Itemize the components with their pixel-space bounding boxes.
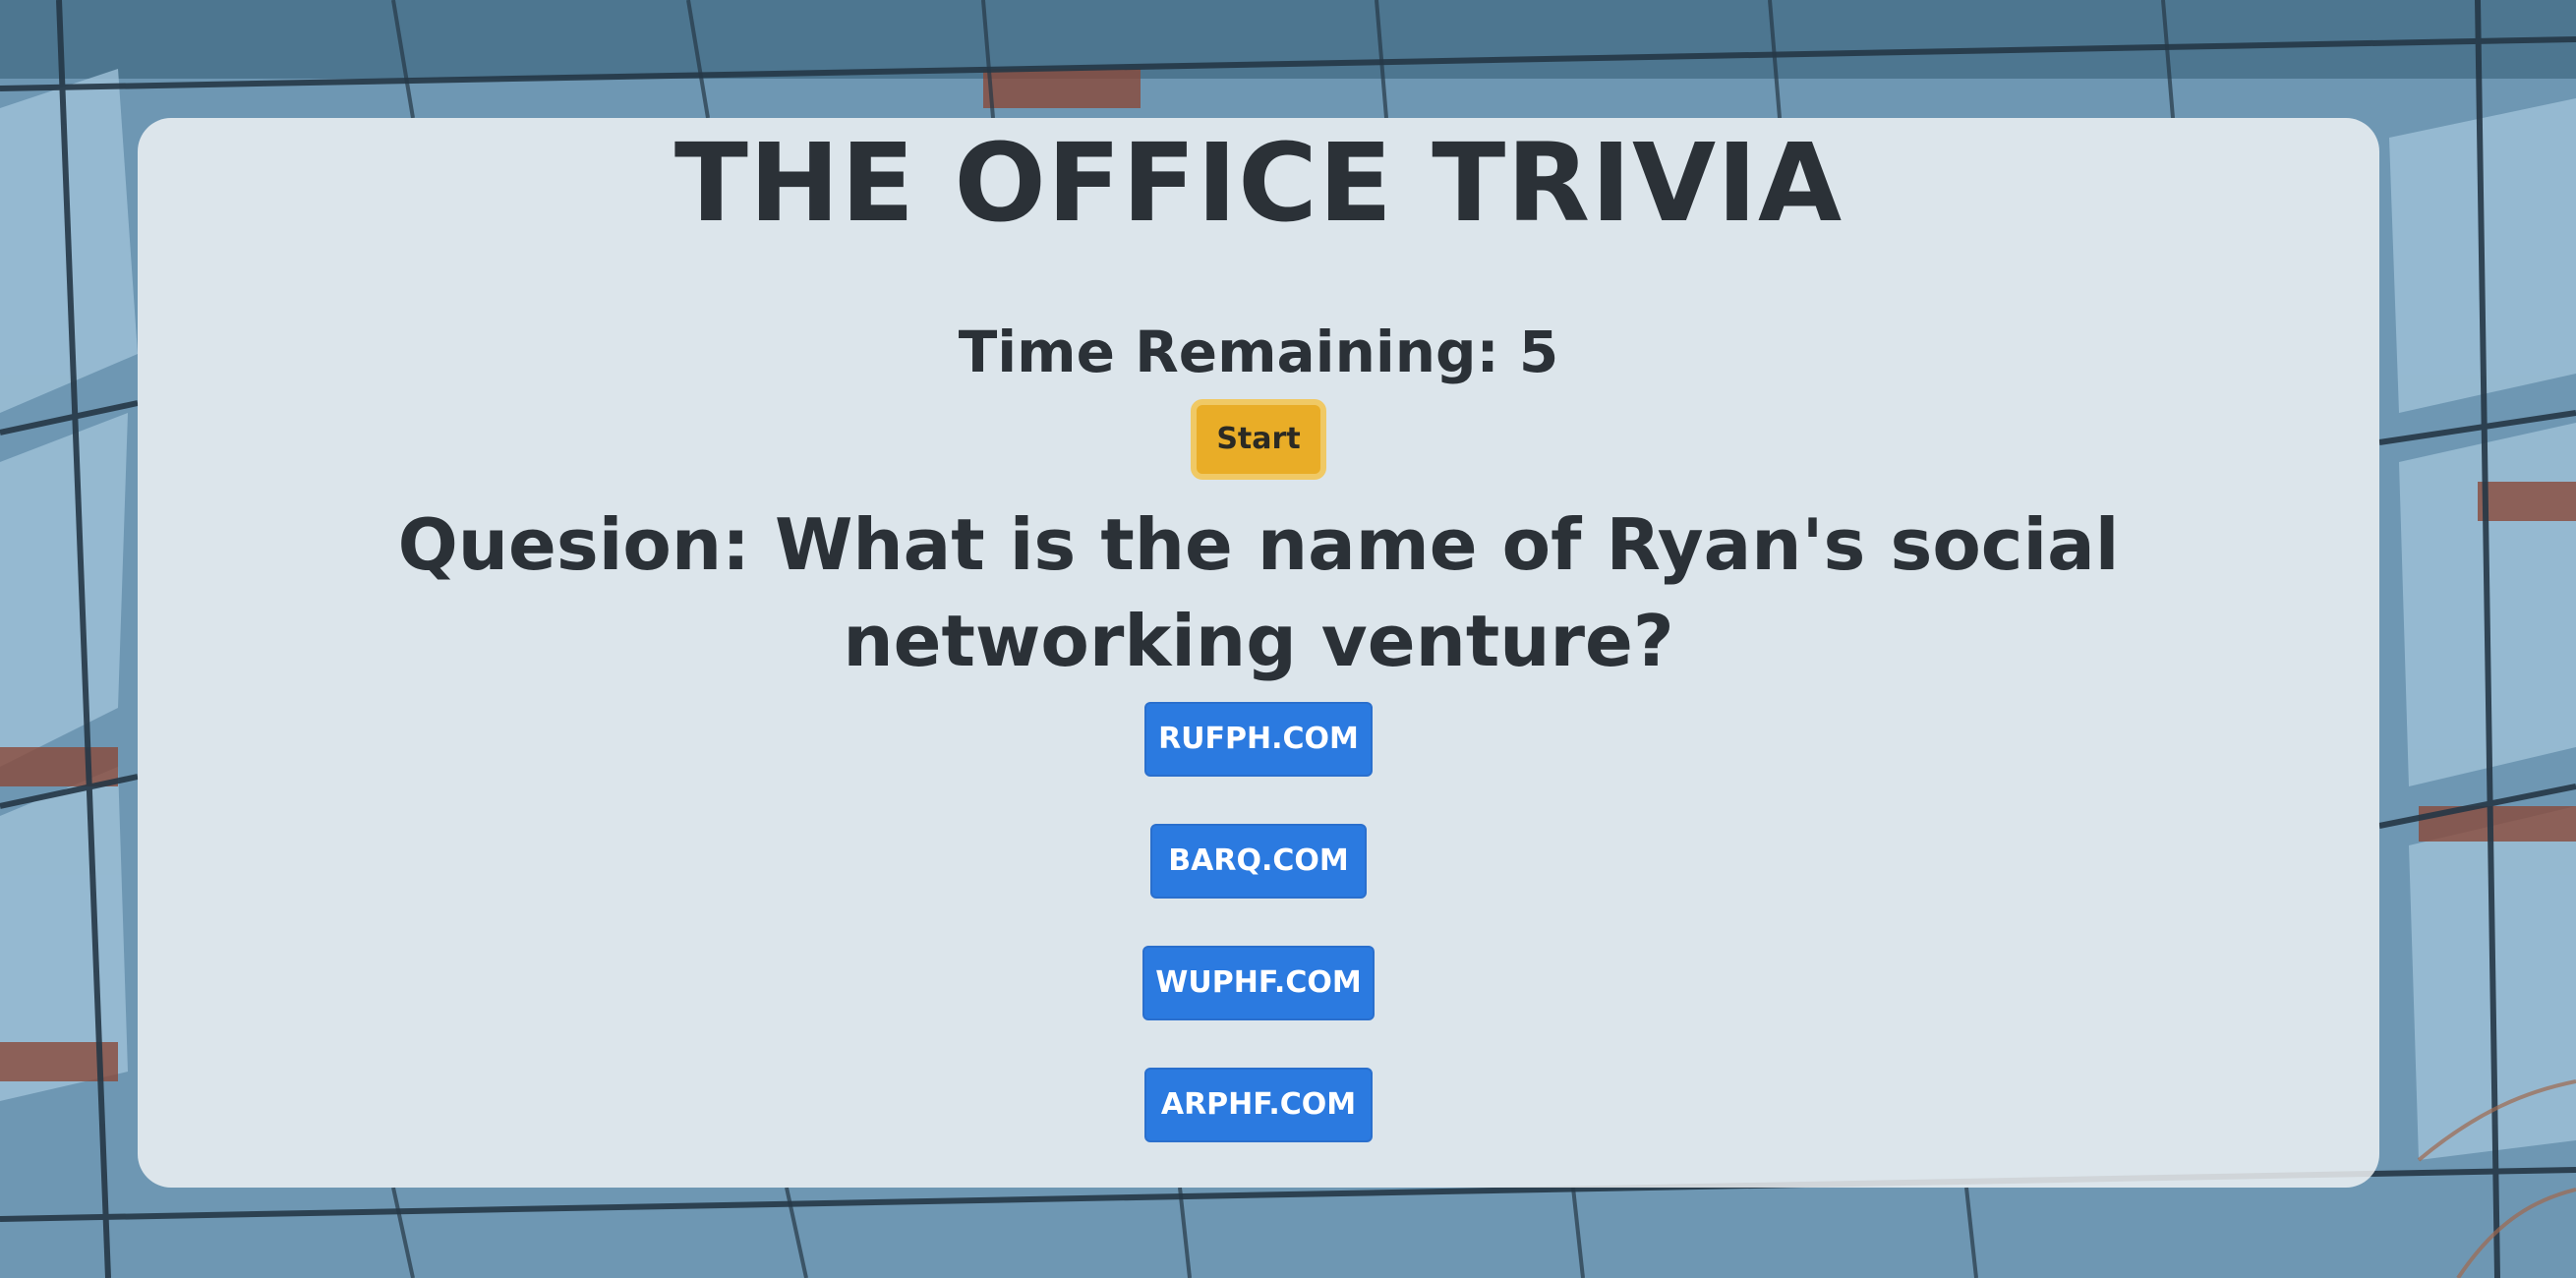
answer-button-3[interactable]: WUPHF.COM xyxy=(1142,946,1375,1020)
page-title: THE OFFICE TRIVIA xyxy=(673,120,1844,246)
answer-button-4[interactable]: ARPHF.COM xyxy=(1144,1068,1373,1142)
time-remaining: Time Remaining: 5 xyxy=(958,319,1559,385)
answer-button-2[interactable]: BARQ.COM xyxy=(1150,824,1367,899)
question-text: Quesion: What is the name of Ryan's soci… xyxy=(397,503,2120,682)
trivia-page: THE OFFICE TRIVIA Time Remaining: 5 Star… xyxy=(0,0,2576,1278)
start-button[interactable]: Start xyxy=(1191,399,1326,480)
answer-button-1[interactable]: RUFPH.COM xyxy=(1144,702,1373,777)
